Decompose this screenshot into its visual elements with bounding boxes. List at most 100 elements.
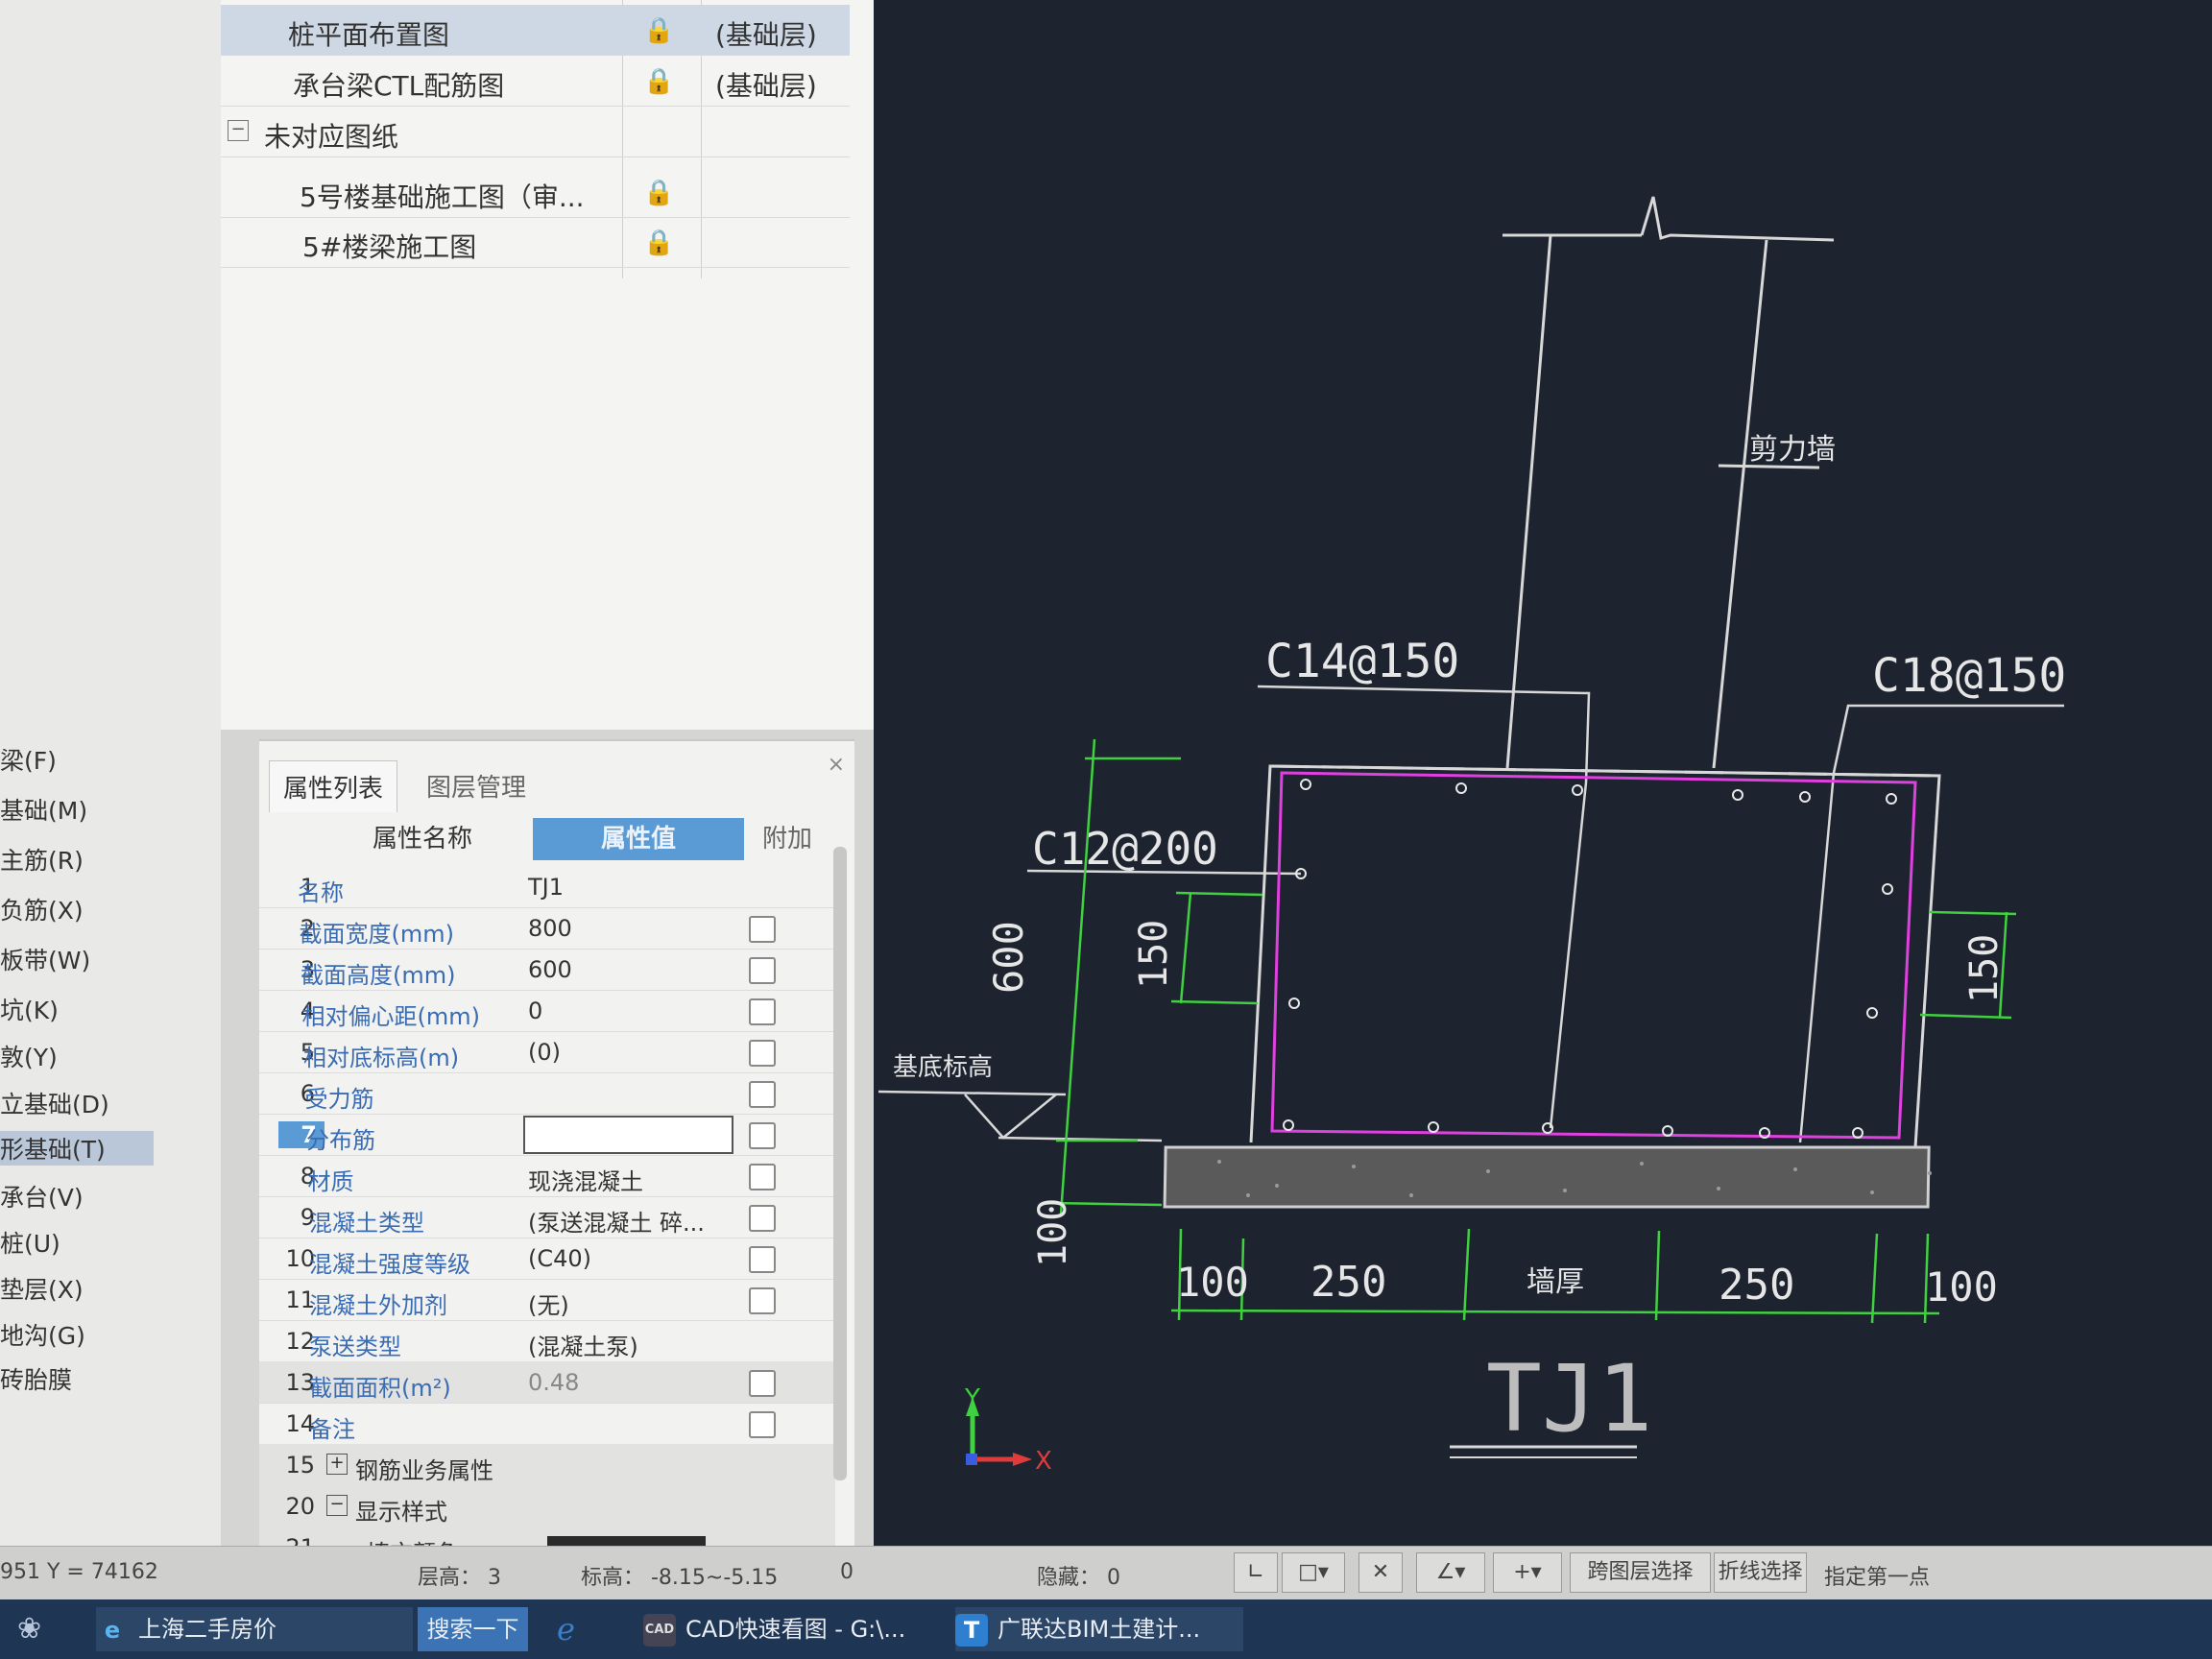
property-value[interactable]: (无) [528,1286,569,1320]
angle-icon[interactable]: ∠▾ [1416,1552,1485,1593]
category-item[interactable]: 垫层(X) [0,1271,84,1306]
extra-checkbox[interactable] [749,1370,776,1397]
taskbar-item-browser[interactable]: e 上海二手房价 [96,1607,413,1651]
property-row[interactable]: 13 截面面积(m²) 0.48 [259,1361,835,1404]
property-value[interactable]: (泵送混凝土 碎... [528,1204,705,1238]
taskbar-item-cad[interactable]: CAD CAD快速看图 - G:\... [643,1607,941,1651]
lock-icon[interactable]: 🔒 [643,228,674,257]
search-button[interactable]: 搜索一下 [418,1607,528,1651]
drawing-item[interactable]: 5号楼基础施工图（审... 🔒 [221,167,850,218]
property-row[interactable]: 3 截面高度(mm) 600 [259,949,835,991]
snap-box-icon[interactable]: □▾ [1282,1552,1345,1593]
property-name: 分布筋 [306,1127,375,1154]
drawing-item[interactable]: 5#楼梁施工图 🔒 [221,217,850,268]
property-row[interactable]: 1 名称 TJ1 [259,866,835,908]
property-name: 截面高度(mm) [301,962,456,989]
extra-checkbox[interactable] [749,1122,776,1149]
extra-checkbox[interactable] [749,1205,776,1232]
extra-checkbox[interactable] [749,1411,776,1438]
property-value[interactable]: TJ1 [528,874,564,901]
category-item[interactable]: 敦(Y) [0,1039,58,1073]
extra-checkbox[interactable] [749,1287,776,1314]
property-value[interactable]: 600 [528,956,572,983]
category-item[interactable]: 承台(V) [0,1179,84,1214]
property-row[interactable]: 20− 显示样式 [259,1485,835,1527]
cad-canvas[interactable]: C14@150 C18@150 C12@200 剪力墙 基底标高 600 150… [874,0,2212,1546]
property-value-input[interactable] [523,1116,733,1154]
tab-layer-management[interactable]: 图层管理 [413,760,540,811]
expand-icon[interactable]: + [326,1454,348,1475]
extra-checkbox[interactable] [749,1164,776,1190]
category-item[interactable]: 基础(M) [0,792,87,827]
property-value[interactable]: 800 [528,915,572,942]
property-row[interactable]: 7 分布筋 [259,1114,835,1156]
drawing-item-selected[interactable]: 桩平面布置图 🔒 (基础层) [221,5,850,56]
start-icon[interactable]: ❀ [17,1607,75,1651]
property-value[interactable]: 现浇混凝土 [528,1163,643,1196]
property-row[interactable]: 11 混凝土外加剂 (无) [259,1279,835,1321]
axis-y-label: Y [964,1384,980,1413]
collapse-icon[interactable]: − [326,1495,348,1516]
ortho-icon[interactable]: ∟ [1234,1552,1278,1593]
property-name: 截面面积(m²) [309,1375,451,1402]
property-name: 相对偏心距(mm) [301,1003,480,1030]
dimension-toggle-icon[interactable]: +▾ [1493,1552,1562,1593]
property-panel: 属性列表 图层管理 × 属性名称 属性值 附加 1 名称 TJ1 2 截面宽度(mm) 8… [259,739,854,1569]
drawing-item[interactable]: 承台梁CTL配筋图 🔒 (基础层) [221,56,850,107]
extra-checkbox[interactable] [749,1040,776,1067]
drawing-title: TJ1 [1486,1345,1652,1453]
extra-checkbox[interactable] [749,1081,776,1108]
taskbar-item-bim[interactable]: T 广联达BIM土建计... [955,1607,1243,1651]
collapse-icon[interactable]: − [228,120,249,141]
property-value[interactable]: 0 [528,998,542,1024]
extra-checkbox[interactable] [749,957,776,984]
extra-checkbox[interactable] [749,998,776,1025]
property-row[interactable]: 12 泵送类型 (混凝土泵) [259,1320,835,1362]
close-icon[interactable]: × [828,753,845,777]
lock-icon[interactable]: 🔒 [643,179,674,207]
category-item[interactable]: 板带(W) [0,942,90,976]
category-item[interactable]: 梁(F) [0,742,57,777]
category-item[interactable]: 主筋(R) [0,842,84,877]
lock-icon[interactable]: 🔒 [643,16,674,45]
category-item[interactable]: 坑(K) [0,992,59,1026]
property-row[interactable]: 15 + 钢筋业务属性 [259,1444,835,1486]
ucs-icon: Y X [964,1384,1052,1476]
extra-checkbox[interactable] [749,916,776,943]
drawing-group[interactable]: − 未对应图纸 [221,107,850,157]
property-name: 受力筋 [304,1086,374,1113]
property-scrollbar[interactable] [833,847,847,1480]
lock-icon[interactable]: 🔒 [643,67,674,96]
category-item[interactable]: 桩(U) [0,1225,60,1260]
property-value[interactable]: (0) [528,1039,561,1066]
property-row[interactable]: 14 备注 [259,1403,835,1445]
row-number: 9 [300,1204,315,1231]
taskbar-label: 广联达BIM土建计... [998,1616,1201,1643]
dim-150-right-label: 150 [1962,934,2007,1003]
property-row[interactable]: 10 混凝土强度等级 (C40) [259,1238,835,1280]
category-item[interactable]: 立基础(D) [0,1086,109,1120]
extra-checkbox[interactable] [749,1246,776,1273]
tab-property-list[interactable]: 属性列表 [269,760,398,812]
category-item-selected[interactable]: 形基础(T) [0,1131,154,1166]
cross-layer-select-button[interactable]: 跨图层选择 [1570,1552,1711,1593]
property-row[interactable]: 5 相对底标高(m) (0) [259,1031,835,1073]
category-item[interactable]: 负筋(X) [0,892,84,926]
bim-app-icon: T [955,1614,988,1647]
polyline-select-button[interactable]: 折线选择 [1714,1552,1807,1593]
property-row[interactable]: 8 材质 现浇混凝土 [259,1155,835,1197]
property-row[interactable]: 4 相对偏心距(mm) 0 [259,990,835,1032]
property-value[interactable]: 0.48 [528,1369,579,1396]
category-item[interactable]: 地沟(G) [0,1317,85,1352]
row-number: 13 [285,1369,315,1396]
category-item[interactable]: 砖胎膜 [0,1361,72,1396]
property-row[interactable]: 6 受力筋 [259,1072,835,1115]
cross-icon[interactable]: ✕ [1358,1552,1403,1593]
property-value[interactable]: (混凝土泵) [528,1328,638,1361]
property-value[interactable]: (C40) [528,1245,591,1272]
hidden-count: 隐藏： 0 [1037,1566,1120,1590]
ie-icon[interactable]: ℯ [557,1607,605,1651]
rebar-label-top-left: C14@150 [1265,635,1459,688]
property-row[interactable]: 9 混凝土类型 (泵送混凝土 碎... [259,1196,835,1238]
property-row[interactable]: 2 截面宽度(mm) 800 [259,907,835,950]
